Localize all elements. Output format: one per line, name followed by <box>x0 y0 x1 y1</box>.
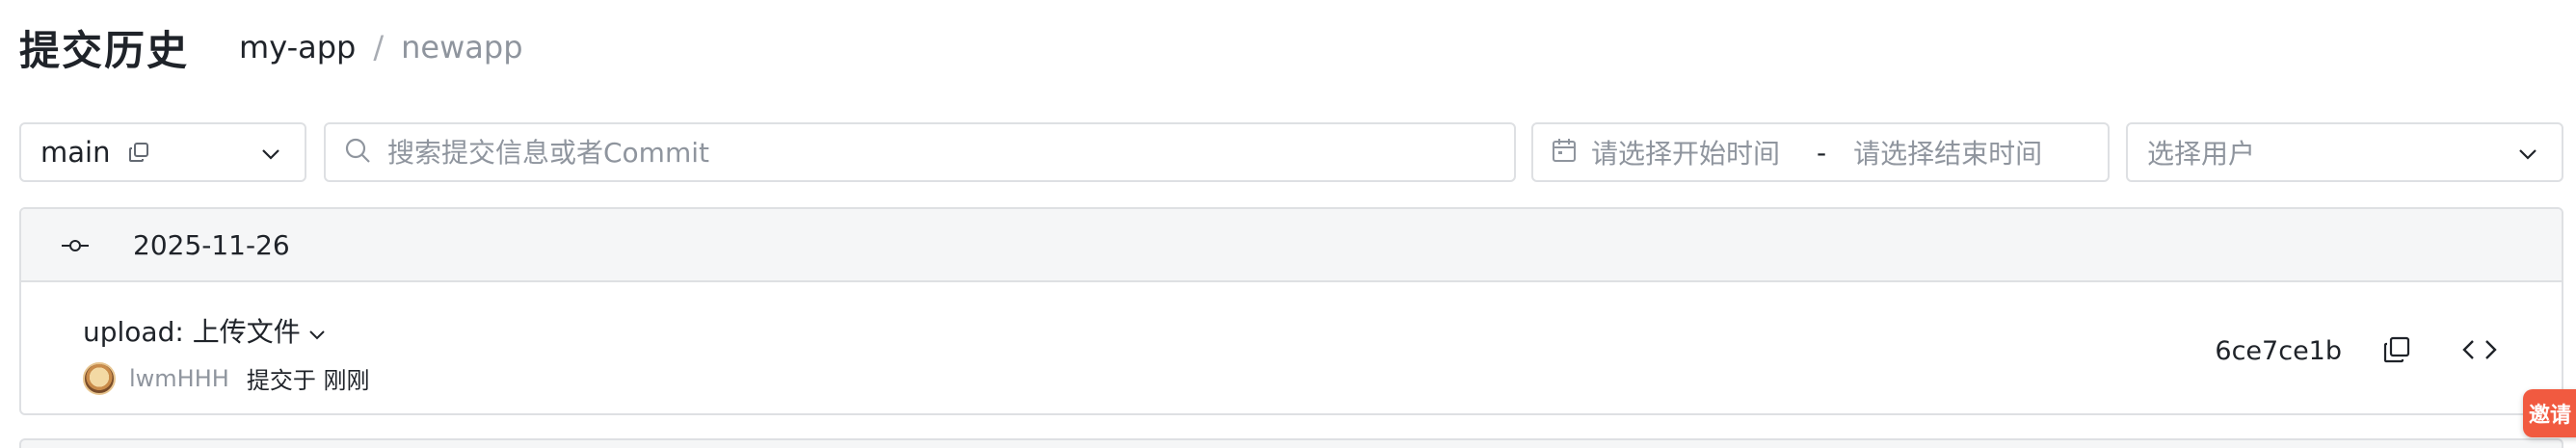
copy-icon[interactable] <box>127 141 150 164</box>
commit-message-text: upload: 上传文件 <box>83 316 301 348</box>
date-range-picker[interactable]: 请选择开始时间 - 请选择结束时间 <box>1531 122 2110 182</box>
chevron-down-icon[interactable] <box>306 320 328 341</box>
commit-meta: lwmHHH 提交于 刚刚 <box>83 361 369 395</box>
breadcrumb-branch[interactable]: newapp <box>401 29 522 66</box>
breadcrumb: my-app / newapp <box>239 29 522 66</box>
user-select-placeholder: 选择用户 <box>2147 138 2256 170</box>
next-commit-group <box>19 438 2563 448</box>
commit-sha[interactable]: 6ce7ce1b <box>2215 336 2342 366</box>
commit-list: 2025-11-26 upload: 上传文件 lwmHHH 提交于 刚刚 6c… <box>19 207 2563 415</box>
invite-button[interactable]: 邀请 <box>2523 389 2576 437</box>
page-header: 提交历史 my-app / newapp <box>19 21 523 74</box>
code-icon[interactable] <box>2461 334 2498 365</box>
search-icon <box>343 136 372 169</box>
date-start-input[interactable]: 请选择开始时间 <box>1591 133 1780 171</box>
commit-date-group-header: 2025-11-26 <box>21 209 2562 282</box>
search-box[interactable] <box>324 122 1516 182</box>
branch-select[interactable]: main <box>19 122 306 182</box>
chevron-down-icon <box>258 142 283 167</box>
copy-icon[interactable] <box>2382 335 2411 364</box>
breadcrumb-repo[interactable]: my-app <box>239 29 356 66</box>
commit-group-date: 2025-11-26 <box>133 228 290 261</box>
commit-message[interactable]: upload: 上传文件 <box>83 311 328 350</box>
page-title: 提交历史 <box>19 26 190 74</box>
search-input[interactable] <box>387 136 1447 169</box>
date-end-input[interactable]: 请选择结束时间 <box>1853 133 2042 171</box>
chevron-down-icon <box>2515 142 2540 167</box>
commit-row[interactable]: upload: 上传文件 lwmHHH 提交于 刚刚 6ce7ce1b <box>21 282 2562 413</box>
calendar-icon <box>1551 137 1578 168</box>
breadcrumb-separator: / <box>373 29 385 66</box>
user-select[interactable]: 选择用户 <box>2126 122 2563 182</box>
commit-author[interactable]: lwmHHH <box>129 365 229 392</box>
filter-bar: main 请选择开 <box>19 122 2563 182</box>
commit-node-icon <box>62 238 89 251</box>
date-range-separator: - <box>1817 136 1827 169</box>
avatar <box>83 361 116 395</box>
commit-time: 提交于 刚刚 <box>246 367 370 394</box>
branch-select-value: main <box>40 136 111 169</box>
